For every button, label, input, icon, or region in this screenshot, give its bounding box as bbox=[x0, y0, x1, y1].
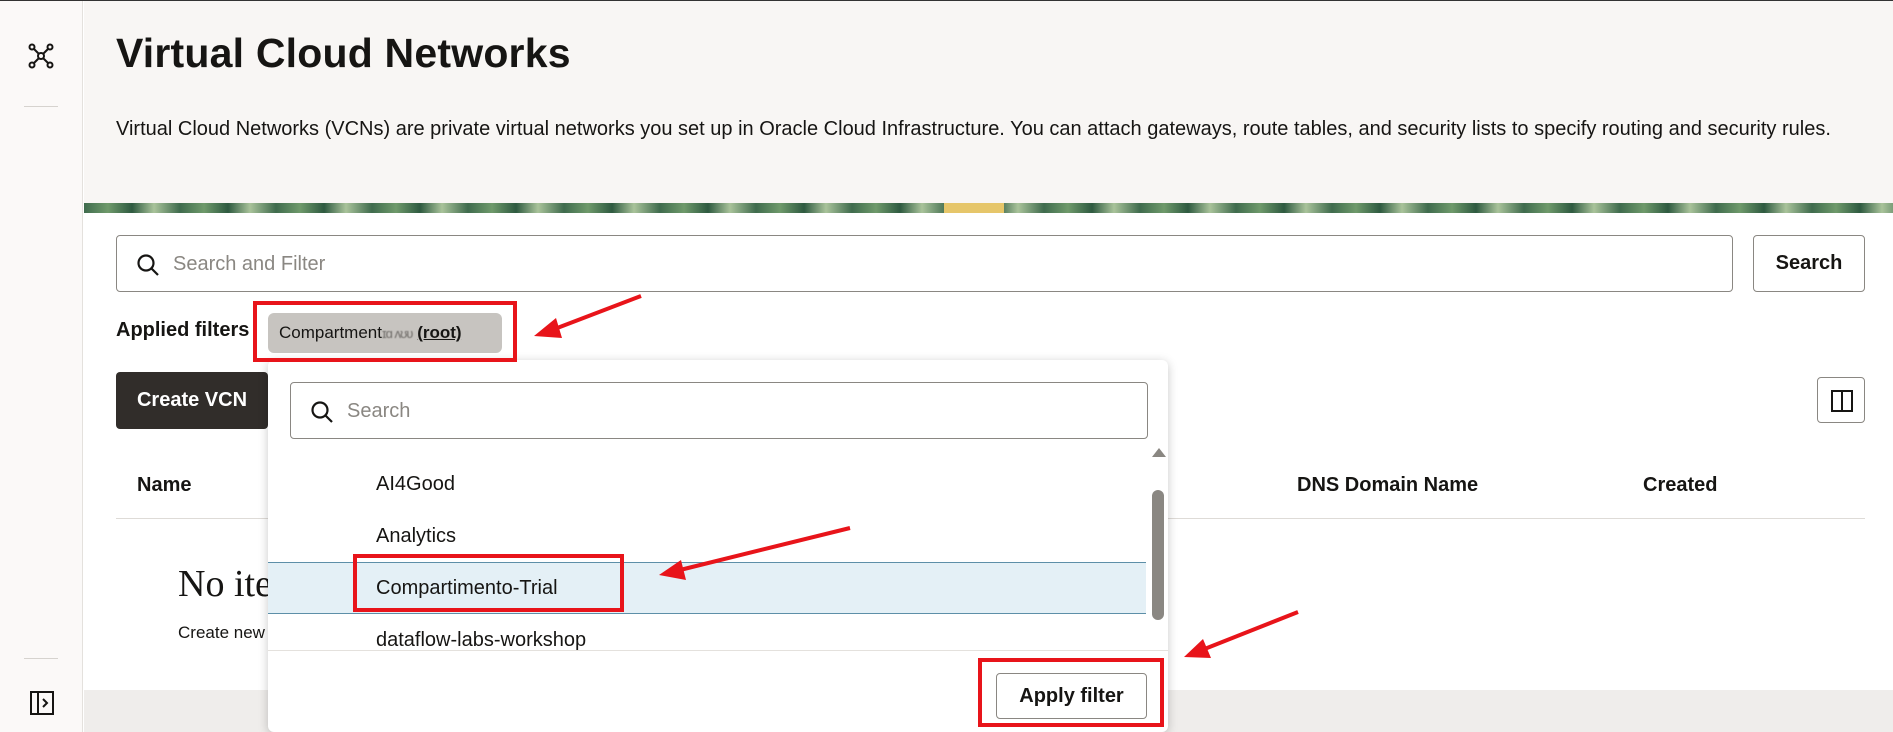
page-root: Virtual Cloud Networks Virtual Cloud Net… bbox=[0, 0, 1893, 732]
rail-divider bbox=[24, 106, 58, 107]
network-icon[interactable] bbox=[26, 41, 56, 71]
search-filter-input[interactable] bbox=[173, 246, 1713, 282]
empty-state-title: No ite bbox=[178, 563, 272, 605]
page-title: Virtual Cloud Networks bbox=[116, 30, 571, 76]
rail-divider bbox=[24, 658, 58, 659]
scroll-up-arrow-icon[interactable] bbox=[1152, 448, 1166, 457]
panel-toggle-icon[interactable] bbox=[29, 690, 55, 716]
empty-state-subtitle: Create new bbox=[178, 623, 265, 642]
column-header-dns[interactable]: DNS Domain Name bbox=[1297, 474, 1478, 497]
search-icon bbox=[311, 401, 333, 423]
applied-filters-label: Applied filters bbox=[116, 319, 250, 341]
left-rail bbox=[0, 1, 83, 732]
search-button[interactable]: Search bbox=[1753, 235, 1865, 292]
decorative-banner bbox=[84, 203, 1893, 213]
annotation-box-apply bbox=[978, 658, 1164, 727]
search-icon bbox=[137, 254, 159, 276]
column-header-created[interactable]: Created bbox=[1643, 474, 1717, 497]
dropdown-footer-divider bbox=[268, 650, 1168, 651]
annotation-arrow bbox=[534, 294, 642, 338]
dropdown-search-field[interactable] bbox=[290, 382, 1148, 439]
scrollbar-thumb[interactable] bbox=[1152, 490, 1164, 620]
annotation-box-option bbox=[353, 554, 624, 612]
manage-columns-button[interactable] bbox=[1817, 377, 1865, 423]
compartment-option[interactable]: dataflow-labs-workshop bbox=[268, 614, 1146, 650]
banner-accent bbox=[944, 203, 1004, 213]
page-description: Virtual Cloud Networks (VCNs) are privat… bbox=[116, 118, 1831, 140]
create-vcn-button[interactable]: Create VCN bbox=[116, 372, 268, 429]
column-header-name[interactable]: Name bbox=[137, 474, 191, 497]
dropdown-search-input[interactable] bbox=[347, 393, 1127, 429]
columns-icon bbox=[1831, 390, 1853, 412]
compartment-option[interactable]: AI4Good bbox=[268, 458, 1146, 510]
search-filter-field[interactable] bbox=[116, 235, 1733, 292]
annotation-arrow bbox=[1184, 610, 1299, 658]
annotation-box-chip bbox=[253, 301, 517, 362]
